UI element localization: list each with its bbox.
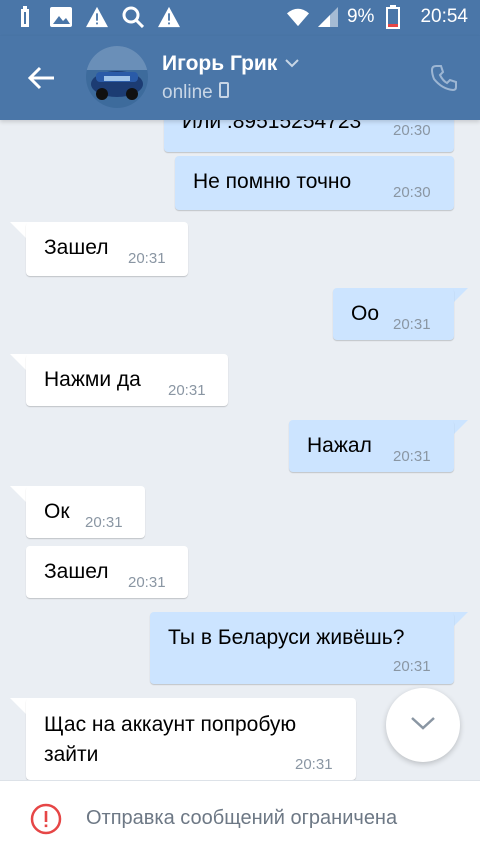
message-text: Нажми да [44,368,141,391]
clock: 20:54 [420,6,468,27]
status-bar: 9% 20:54 [0,0,480,36]
message-time: 20:31 [85,514,123,531]
message-time: 20:31 [393,448,431,465]
avatar[interactable] [86,46,148,108]
warning-icon [158,6,180,28]
scroll-down-button[interactable] [386,688,460,762]
message-time: 20:31 [128,574,166,591]
message-text: Нажал [307,434,372,457]
search-icon [122,6,144,28]
message-text: Ок [44,500,70,523]
battery-icon [382,5,404,29]
message-bubble-outgoing[interactable]: Или :89515254723 20:30 [164,120,454,152]
message-restriction-bar: Отправка сообщений ограничена [0,780,480,854]
message-text: Щас на аккаунт попробую зайти [44,713,297,766]
battery-saver-icon [14,6,36,28]
message-bubble-outgoing[interactable]: Оо 20:31 [333,288,454,340]
message-bubble-outgoing[interactable]: Не помню точно 20:30 [175,156,454,210]
back-arrow-icon[interactable] [26,62,58,94]
contact-name[interactable]: Игорь Грик [162,52,277,76]
warning-icon [86,6,108,28]
chevron-down-icon [410,715,436,736]
message-text: Зашел [44,560,109,583]
message-text: Или :89515254723 [182,120,362,133]
message-bubble-incoming[interactable]: Зашел 20:31 [26,222,188,276]
message-text: Не помню точно [193,170,352,193]
message-time: 20:31 [128,250,166,267]
message-time: 20:31 [393,316,431,333]
message-time: 20:30 [393,122,431,139]
image-icon [50,6,72,28]
message-bubble-incoming[interactable]: Нажми да 20:31 [26,354,228,406]
message-bubble-incoming[interactable]: Щас на аккаунт попробую зайти 20:31 [26,698,356,780]
phone-icon[interactable] [430,64,458,92]
message-bubble-incoming[interactable]: Ок 20:31 [26,486,145,538]
battery-percent: 9% [346,6,375,27]
mobile-icon [218,82,229,104]
wifi-icon [286,6,309,28]
restriction-text: Отправка сообщений ограничена [86,807,398,829]
chat-header: Игорь Грик online [0,36,480,120]
message-time: 20:31 [295,756,333,773]
message-bubble-incoming[interactable]: Зашел 20:31 [26,546,188,598]
message-text: Ты в Беларуси живёшь? [168,626,405,649]
message-bubble-outgoing[interactable]: Нажал 20:31 [289,420,454,472]
message-time: 20:31 [393,658,431,675]
message-list[interactable]: Или :89515254723 20:30 Не помню точно 20… [0,120,480,780]
message-text: Зашел [44,236,109,259]
contact-status: online [162,82,213,103]
chevron-down-icon[interactable] [285,55,300,73]
message-text: Оо [351,302,380,325]
error-icon [30,803,62,835]
message-time: 20:31 [168,382,206,399]
signal-icon [317,6,339,28]
message-bubble-outgoing[interactable]: Ты в Беларуси живёшь? 20:31 [150,612,454,684]
message-time: 20:30 [393,184,431,201]
